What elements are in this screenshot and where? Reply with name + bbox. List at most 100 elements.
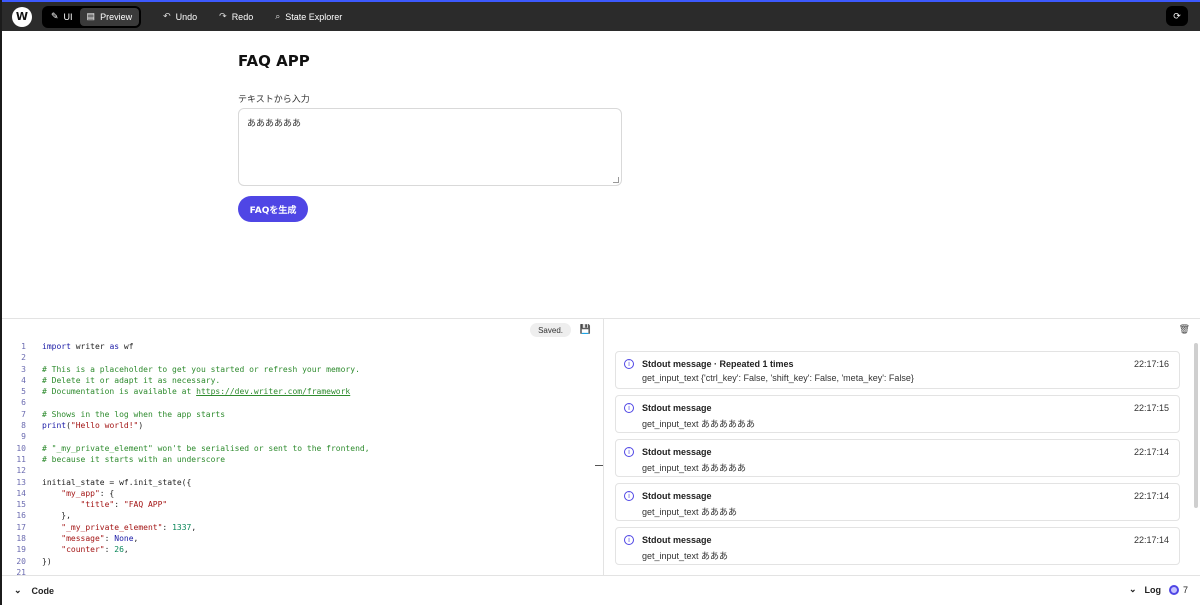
text-input-label: テキストから入力 xyxy=(238,94,310,104)
undo-button[interactable]: ↶ Undo xyxy=(163,11,197,22)
line-number: 19 xyxy=(16,545,26,555)
redo-button[interactable]: ↷ Redo xyxy=(219,11,253,22)
log-scrollbar[interactable] xyxy=(1194,343,1198,508)
refresh-button[interactable]: ⟳ xyxy=(1166,6,1188,26)
code-line: 14 "my_app": { xyxy=(2,488,594,499)
refresh-icon: ⟳ xyxy=(1173,10,1181,21)
log-entry-time: 22:17:14 xyxy=(1133,491,1169,501)
line-number: 11 xyxy=(16,454,26,464)
code-text: # Documentation is available at https://… xyxy=(42,387,351,397)
search-icon: ⌕ xyxy=(275,11,281,21)
log-entry-title: Stdout message · Repeated 1 times xyxy=(642,359,794,369)
status-bar: ⌄ Code ⌄ Log 7 xyxy=(2,575,1200,605)
code-text: # Delete it or adapt it as necessary. xyxy=(42,375,221,385)
state-explorer-button[interactable]: ⌕ State Explorer xyxy=(275,11,342,22)
log-entry[interactable]: i Stdout message 22:17:14 get_input_text ああ… xyxy=(615,527,1180,565)
redo-icon: ↷ xyxy=(219,11,227,21)
code-line: 18 "message": None, xyxy=(2,533,594,544)
log-panel-toggle[interactable]: ⌄ Log 7 xyxy=(1129,584,1188,595)
line-number: 4 xyxy=(21,375,26,385)
trash-icon[interactable]: 🗑 xyxy=(1179,324,1190,335)
code-editor[interactable]: 1 import writer as wf 2 3 # This is a placeh… xyxy=(2,341,594,576)
resize-handle[interactable] xyxy=(613,177,619,183)
code-text: "message": None, xyxy=(61,534,139,544)
line-number: 15 xyxy=(16,500,26,510)
code-text: "_my_private_element": 1337, xyxy=(61,522,197,532)
log-entry-time: 22:17:14 xyxy=(1133,447,1169,457)
code-line: 9 xyxy=(2,431,594,442)
chevron-down-icon: ⌄ xyxy=(14,585,22,595)
log-entry-title: Stdout message xyxy=(642,447,712,457)
log-entry[interactable]: i Stdout message 22:17:14 get_input_text ああ… xyxy=(615,483,1180,521)
state-explorer-label: State Explorer xyxy=(285,11,343,22)
line-number: 9 xyxy=(21,432,26,442)
code-text: print("Hello world!") xyxy=(42,421,144,431)
log-entry-message: get_input_text ああああ xyxy=(642,507,738,517)
code-line: 2 xyxy=(2,352,594,363)
preview-mode-button[interactable]: ▤ Preview xyxy=(79,7,140,26)
code-text: import writer as wf xyxy=(42,342,134,351)
code-text: "title": "FAQ APP" xyxy=(80,500,168,510)
line-number: 20 xyxy=(16,556,26,566)
log-entry-time: 22:17:16 xyxy=(1133,359,1169,369)
info-icon: i xyxy=(624,403,634,413)
log-entry-title: Stdout message xyxy=(642,491,712,501)
page-title: FAQ APP xyxy=(238,52,310,70)
code-line: 13 initial_state = wf.init_state({ xyxy=(2,477,594,488)
code-toggle-label: Code xyxy=(31,585,55,596)
line-number: 2 xyxy=(21,353,26,363)
text-input-area[interactable]: ああああああ xyxy=(238,108,622,186)
code-line: 12 xyxy=(2,465,594,476)
code-line: 6 xyxy=(2,397,594,408)
code-text: initial_state = wf.init_state({ xyxy=(42,477,192,487)
code-panel-toggle[interactable]: ⌄ Code xyxy=(14,585,54,596)
save-icon[interactable]: 💾 xyxy=(580,324,591,335)
log-entry-time: 22:17:14 xyxy=(1133,535,1169,545)
panel-splitter-handle[interactable] xyxy=(595,465,603,466)
code-line: 11 # because it starts with an underscore xyxy=(2,454,594,465)
bottom-panels: Saved. 💾 1 import writer as wf 2 3 # This is… xyxy=(2,318,1200,576)
line-number: 13 xyxy=(16,477,26,487)
log-entry-time: 22:17:15 xyxy=(1133,403,1169,413)
line-number: 1 xyxy=(21,342,26,351)
saved-status-badge: Saved. xyxy=(530,323,571,337)
ui-mode-button[interactable]: ✎ UI xyxy=(44,8,80,26)
log-count-value: 7 xyxy=(1182,584,1188,595)
info-icon: i xyxy=(624,535,634,545)
generate-faq-button[interactable]: FAQを生成 xyxy=(238,196,308,222)
writer-logo: W xyxy=(12,6,32,27)
line-number: 7 xyxy=(21,409,26,419)
log-count-icon xyxy=(1168,584,1179,595)
code-line: 16 }, xyxy=(2,510,594,521)
line-number: 10 xyxy=(16,443,26,453)
code-text: # Shows in the log when the app starts xyxy=(42,409,226,419)
log-entry[interactable]: i Stdout message 22:17:14 get_input_text ああ… xyxy=(615,439,1180,477)
code-text: # "_my_private_element" won't be seriali… xyxy=(42,443,370,453)
chevron-down-icon: ⌄ xyxy=(1128,584,1137,594)
code-line: 19 "counter": 26, xyxy=(2,544,594,555)
log-list: i Stdout message · Repeated 1 times 22:17:… xyxy=(615,351,1180,571)
redo-label: Redo xyxy=(231,11,254,22)
top-toolbar: W ✎ UI ▤ Preview ↶ Undo ↷ Redo ⌕ State E… xyxy=(2,0,1200,31)
code-text: "my_app": { xyxy=(61,488,115,498)
line-number: 6 xyxy=(21,398,26,408)
ui-mode-label: UI xyxy=(63,11,73,22)
code-line: 8 print("Hello world!") xyxy=(2,420,594,431)
info-icon: i xyxy=(624,491,634,501)
code-text: "counter": 26, xyxy=(61,545,129,555)
code-line: 4 # Delete it or adapt it as necessary. xyxy=(2,375,594,386)
info-icon: i xyxy=(624,359,634,369)
undo-icon: ↶ xyxy=(163,11,171,21)
info-icon: i xyxy=(624,447,634,457)
code-line: 1 import writer as wf xyxy=(2,341,594,352)
code-line: 7 # Shows in the log when the app starts xyxy=(2,409,594,420)
code-text: # because it starts with an underscore xyxy=(42,454,226,464)
log-entry-message: get_input_text あああ xyxy=(642,551,729,561)
log-entry-message: get_input_text ああああああ xyxy=(642,419,756,429)
log-entry[interactable]: i Stdout message 22:17:15 get_input_text ああ… xyxy=(615,395,1180,433)
undo-label: Undo xyxy=(175,11,198,22)
code-text: }, xyxy=(42,511,71,521)
log-entry[interactable]: i Stdout message · Repeated 1 times 22:17:… xyxy=(615,351,1180,389)
